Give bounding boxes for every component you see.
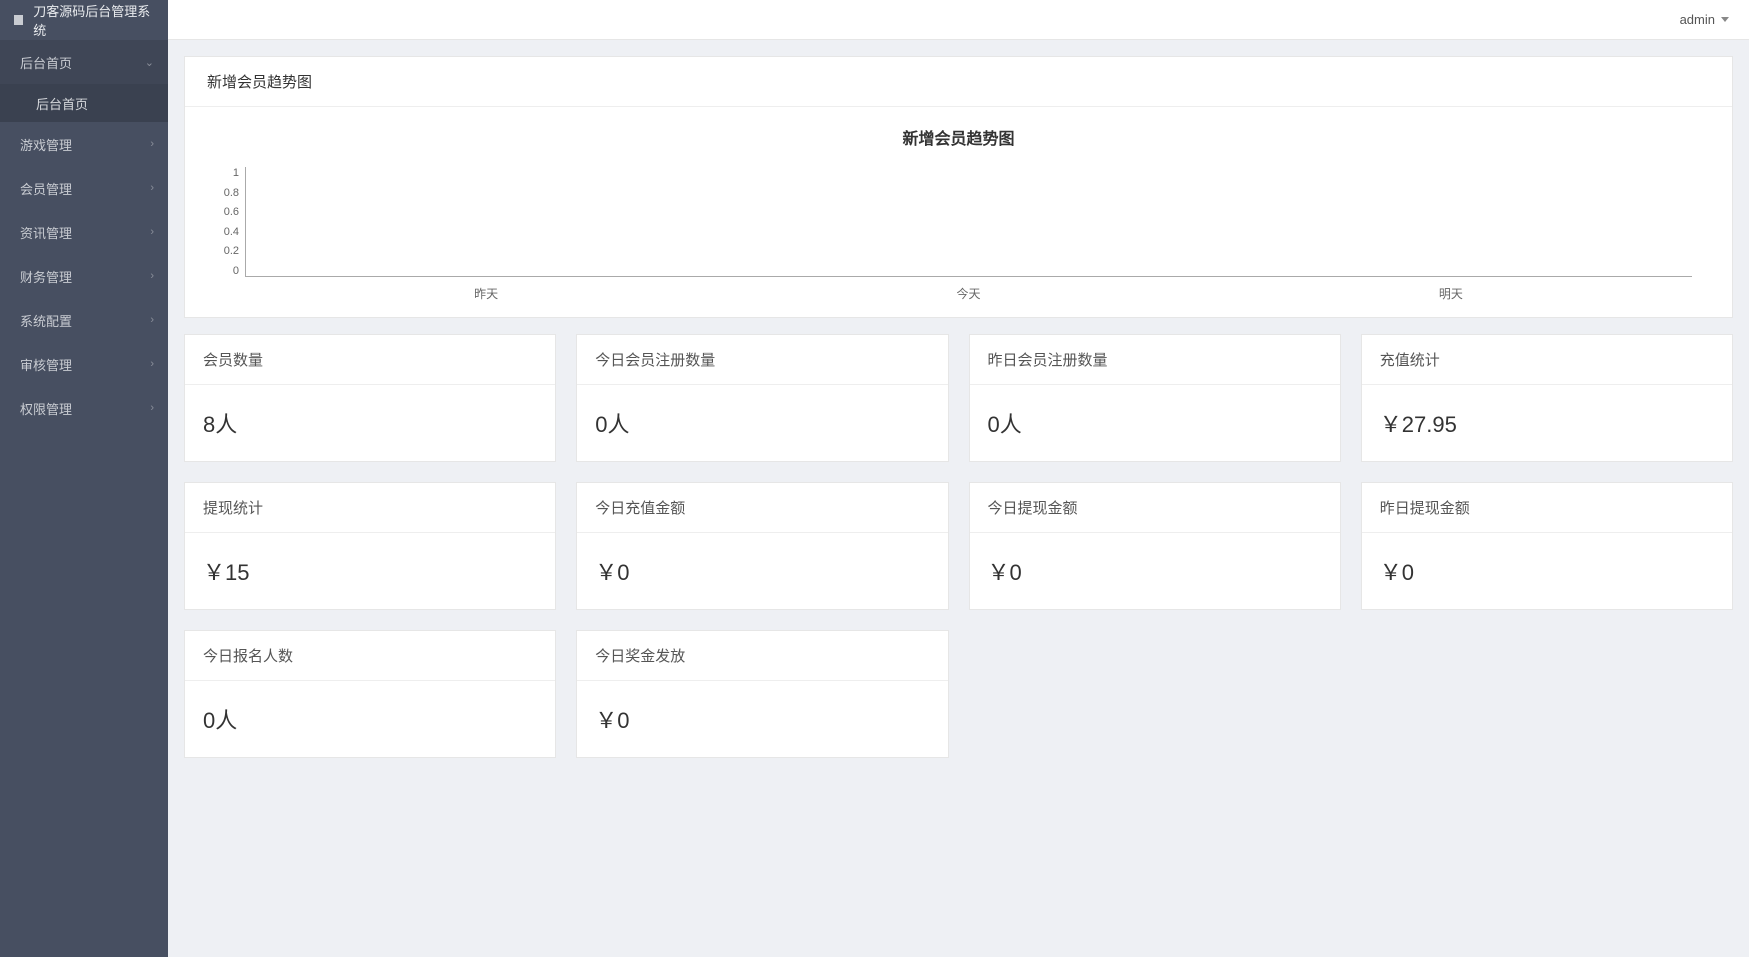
chevron-right-icon: › [150, 226, 154, 238]
chevron-down-icon: ⌄ [145, 56, 154, 69]
chevron-right-icon: › [150, 182, 154, 194]
card-member-count: 会员数量 8人 [184, 334, 556, 462]
chevron-right-icon: › [150, 270, 154, 282]
card-yesterday-withdraw: 昨日提现金额 ￥0 [1361, 482, 1733, 610]
nav-item-news[interactable]: 资讯管理 › [0, 210, 168, 254]
card-title: 会员数量 [185, 335, 555, 385]
card-title: 今日报名人数 [185, 631, 555, 681]
x-tick: 今天 [727, 285, 1209, 307]
card-value: ￥0 [577, 533, 947, 609]
chevron-right-icon: › [150, 314, 154, 326]
chart-panel: 新增会员趋势图 新增会员趋势图 1 0.8 0.6 0.4 0.2 0 昨天 今… [184, 56, 1733, 318]
nav-sub-home[interactable]: 后台首页 [0, 84, 168, 122]
chart-panel-title: 新增会员趋势图 [185, 57, 1732, 106]
y-tick: 0.4 [211, 226, 239, 238]
nav-item-label: 审核管理 [20, 355, 72, 374]
card-today-bonus: 今日奖金发放 ￥0 [576, 630, 948, 758]
main-content: 新增会员趋势图 新增会员趋势图 1 0.8 0.6 0.4 0.2 0 昨天 今… [168, 40, 1749, 957]
nav-item-home[interactable]: 后台首页 ⌄ [0, 40, 168, 84]
nav-item-label: 财务管理 [20, 267, 72, 286]
card-today-signup: 今日报名人数 0人 [184, 630, 556, 758]
sidebar: 刀客源码后台管理系统 后台首页 ⌄ 后台首页 游戏管理 › 会员管理 › 资讯管… [0, 0, 168, 957]
card-value: 0人 [577, 385, 947, 461]
nav-item-label: 会员管理 [20, 179, 72, 198]
card-value: ￥15 [185, 533, 555, 609]
nav-item-label: 游戏管理 [20, 135, 72, 154]
nav-item-label: 权限管理 [20, 399, 72, 418]
chart-y-axis: 1 0.8 0.6 0.4 0.2 0 [211, 167, 239, 277]
nav-item-finance[interactable]: 财务管理 › [0, 254, 168, 298]
x-tick: 明天 [1210, 285, 1692, 307]
nav-item-audit[interactable]: 审核管理 › [0, 342, 168, 386]
card-value: 8人 [185, 385, 555, 461]
card-title: 今日提现金额 [970, 483, 1340, 533]
card-yesterday-reg: 昨日会员注册数量 0人 [969, 334, 1341, 462]
brand-icon [14, 15, 23, 25]
y-tick: 0.6 [211, 206, 239, 218]
nav-item-label: 后台首页 [20, 53, 72, 72]
nav-item-member[interactable]: 会员管理 › [0, 166, 168, 210]
nav-sub-label: 后台首页 [36, 94, 88, 113]
nav-item-system[interactable]: 系统配置 › [0, 298, 168, 342]
card-today-recharge: 今日充值金额 ￥0 [576, 482, 948, 610]
chart-title: 新增会员趋势图 [185, 117, 1732, 167]
card-title: 今日奖金发放 [577, 631, 947, 681]
nav-item-game[interactable]: 游戏管理 › [0, 122, 168, 166]
brand-header: 刀客源码后台管理系统 [0, 0, 168, 40]
y-tick: 0.8 [211, 187, 239, 199]
caret-down-icon [1721, 17, 1729, 22]
card-value: ￥0 [577, 681, 947, 757]
brand-title: 刀客源码后台管理系统 [33, 1, 154, 39]
user-name: admin [1680, 12, 1715, 27]
card-title: 昨日会员注册数量 [970, 335, 1340, 385]
chart-plot [245, 167, 1692, 277]
y-tick: 0 [211, 265, 239, 277]
chevron-right-icon: › [150, 402, 154, 414]
chart-body: 1 0.8 0.6 0.4 0.2 0 昨天 今天 明天 [245, 167, 1692, 307]
y-tick: 1 [211, 167, 239, 179]
card-value: ￥0 [1362, 533, 1732, 609]
chart-x-axis: 昨天 今天 明天 [245, 285, 1692, 307]
card-title: 昨日提现金额 [1362, 483, 1732, 533]
card-today-reg: 今日会员注册数量 0人 [576, 334, 948, 462]
card-title: 今日充值金额 [577, 483, 947, 533]
card-value: ￥27.95 [1362, 385, 1732, 461]
chevron-right-icon: › [150, 358, 154, 370]
card-recharge-total: 充值统计 ￥27.95 [1361, 334, 1733, 462]
card-title: 充值统计 [1362, 335, 1732, 385]
card-value: 0人 [185, 681, 555, 757]
y-tick: 0.2 [211, 245, 239, 257]
card-title: 提现统计 [185, 483, 555, 533]
nav-item-permission[interactable]: 权限管理 › [0, 386, 168, 430]
chevron-right-icon: › [150, 138, 154, 150]
card-today-withdraw: 今日提现金额 ￥0 [969, 482, 1341, 610]
card-title: 今日会员注册数量 [577, 335, 947, 385]
topbar: admin [168, 0, 1749, 40]
stat-cards: 会员数量 8人 今日会员注册数量 0人 昨日会员注册数量 0人 充值统计 ￥27… [184, 334, 1733, 758]
chart-area: 新增会员趋势图 1 0.8 0.6 0.4 0.2 0 昨天 今天 明天 [185, 106, 1732, 317]
nav-item-label: 资讯管理 [20, 223, 72, 242]
nav-item-label: 系统配置 [20, 311, 72, 330]
card-value: 0人 [970, 385, 1340, 461]
card-value: ￥0 [970, 533, 1340, 609]
card-withdraw-total: 提现统计 ￥15 [184, 482, 556, 610]
user-menu[interactable]: admin [1680, 12, 1729, 27]
x-tick: 昨天 [245, 285, 727, 307]
